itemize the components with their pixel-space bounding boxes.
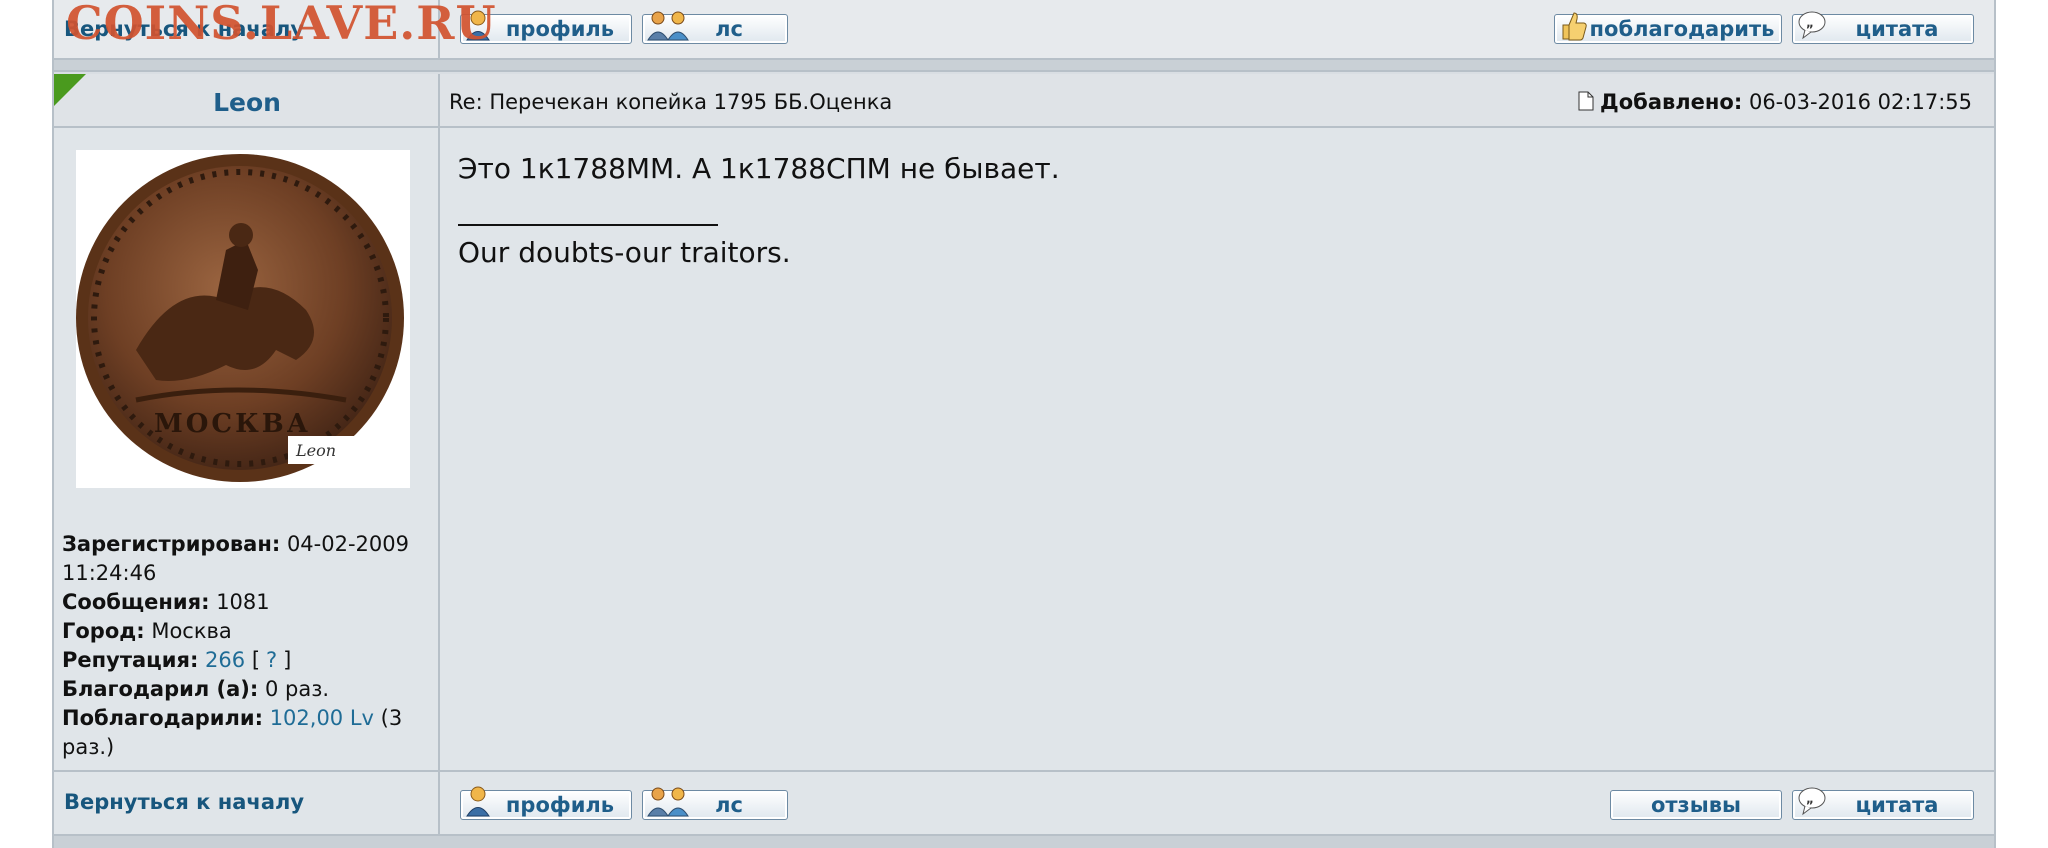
avatar: МОСКВА Leon [76, 150, 410, 488]
thumbs-up-icon [1562, 12, 1587, 41]
svg-text:„: „ [1806, 16, 1814, 30]
reputation-bracket-close: ] [283, 648, 292, 672]
users-icon [647, 11, 689, 41]
quote-bubble-icon: „ [1798, 11, 1826, 40]
post-content: Это 1к1788ММ. А 1к1788СПМ не бывает. Our… [458, 150, 1060, 272]
quote-button[interactable]: „ цитата [1792, 11, 1974, 44]
registered-label: Зарегистрирован: [62, 532, 281, 556]
city-line: Город: Москва [62, 617, 432, 646]
footer-profile-button[interactable]: профиль [460, 786, 632, 820]
city-value: Москва [151, 619, 232, 643]
thanked-line: Благодарил (а): 0 раз. [62, 675, 432, 704]
footer-pm-button[interactable]: лс [642, 787, 788, 820]
reputation-label: Репутация: [62, 648, 199, 672]
coin-legend-text: МОСКВА [154, 409, 311, 439]
post-signature: Our doubts-our traitors. [458, 236, 791, 269]
user-profile-info: Зарегистрирован: 04-02-2009 11:24:46 Соо… [62, 530, 432, 762]
thanked-label: Благодарил (а): [62, 677, 259, 701]
avatar-caption: Leon [295, 441, 336, 460]
post-separator [54, 60, 1994, 72]
svg-text:„: „ [1806, 792, 1814, 806]
post-body-row: МОСКВА Leon Зарегистрирован: 04-02-2009 … [54, 128, 1994, 772]
site-watermark: COINS.LAVE.RU [66, 0, 497, 50]
pm-button-label: лс [715, 17, 743, 41]
footer-quote-button[interactable]: „ цитата [1792, 787, 1974, 820]
registered-line: Зарегистрирован: 04-02-2009 11:24:46 [62, 530, 432, 588]
footer-profile-button-label: профиль [505, 793, 615, 817]
reviews-button-label: отзывы [1650, 793, 1742, 817]
footer-quote-button-label: цитата [1855, 793, 1939, 817]
thank-button-label: поблагодарить [1589, 17, 1775, 41]
profile-button-label: профиль [505, 17, 615, 41]
messages-label: Сообщения: [62, 590, 210, 614]
city-label: Город: [62, 619, 145, 643]
footer-left-cell: Вернуться к началу [54, 772, 440, 834]
pm-button[interactable]: лс [642, 11, 788, 44]
post-date-value: 06-03-2016 02:17:55 [1748, 90, 1972, 114]
footer-pm-button-label: лс [715, 793, 743, 817]
author-name[interactable]: Leon [54, 88, 440, 117]
post-frame: COINS.LAVE.RU Вернуться к началу профиль… [52, 0, 1996, 848]
thanked-value: 0 раз. [264, 677, 330, 701]
post-subject: Re: Перечекан копейка 1795 ББ.Оценка [449, 90, 893, 114]
thanked-by-line: Поблагодарили: 102,00 Lv (3 раз.) [62, 704, 432, 762]
post-date: Добавлено: 06-03-2016 02:17:55 [1578, 90, 1972, 114]
post-message: Это 1к1788ММ. А 1к1788СПМ не бывает. [458, 152, 1060, 185]
messages-line: Сообщения: 1081 [62, 588, 432, 617]
users-icon [647, 787, 689, 817]
document-icon [1578, 91, 1594, 111]
user-icon [466, 786, 490, 817]
author-cell: Leon [54, 74, 440, 126]
reputation-value-link[interactable]: 266 [205, 648, 245, 672]
thanked-by-amount-link[interactable]: 102,00 Lv [270, 706, 374, 730]
post-date-label: Добавлено: [1600, 90, 1743, 114]
post-header: Leon Re: Перечекан копейка 1795 ББ.Оценк… [54, 74, 1994, 128]
thanked-by-label: Поблагодарили: [62, 706, 263, 730]
reputation-line: Репутация: 266 [?] [62, 646, 432, 675]
reviews-button[interactable]: отзывы [1610, 790, 1782, 820]
signature-divider [458, 224, 718, 226]
profile-cell: МОСКВА Leon Зарегистрирован: 04-02-2009 … [54, 128, 440, 770]
post-footer: Вернуться к началу профиль лс отзывы „ ц… [54, 772, 1994, 836]
footer-back-to-top-link[interactable]: Вернуться к началу [64, 790, 304, 814]
quote-bubble-icon: „ [1798, 787, 1826, 816]
reputation-bracket-open: [ [251, 648, 261, 672]
coin-avatar-image: МОСКВА Leon [76, 154, 404, 482]
messages-value: 1081 [216, 590, 270, 614]
thank-button[interactable]: поблагодарить [1554, 12, 1782, 44]
reputation-help-link[interactable]: ? [266, 648, 277, 672]
quote-button-label: цитата [1855, 17, 1939, 41]
post-bottom-separator [54, 836, 1994, 848]
